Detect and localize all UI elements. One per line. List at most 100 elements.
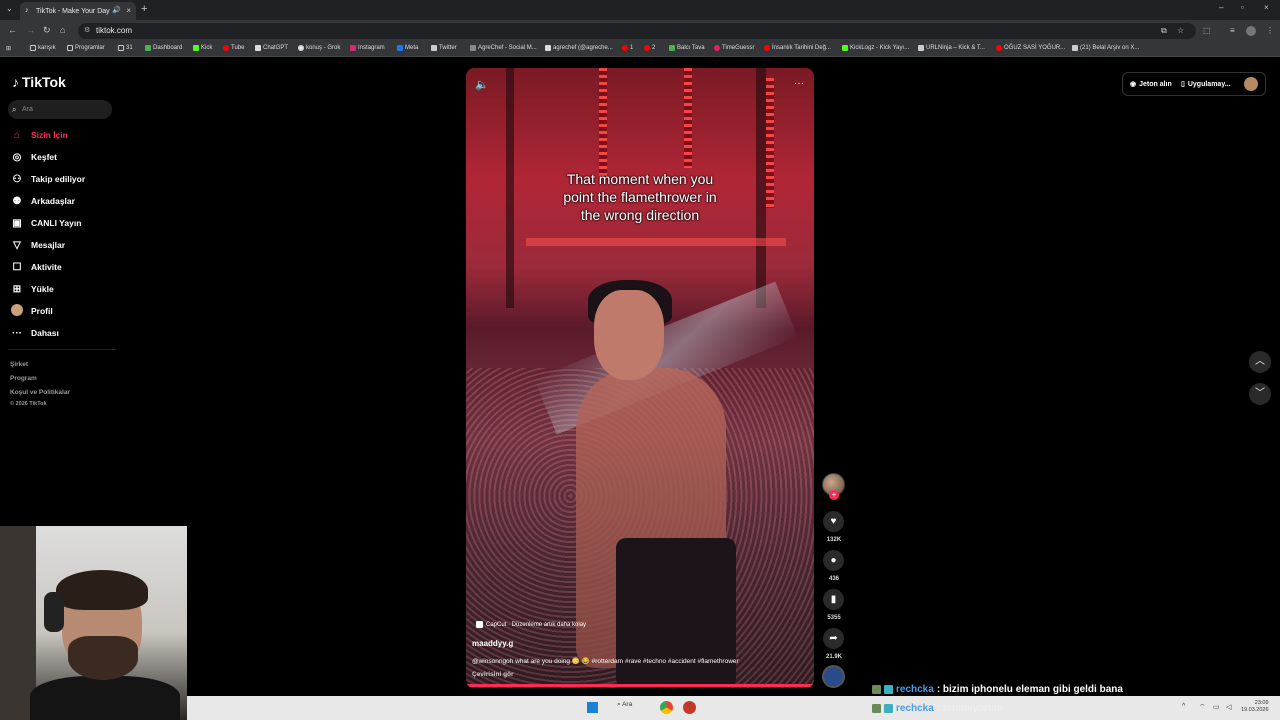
video-player[interactable]: That moment when you point the flamethro… [466,68,814,688]
sidebar-item-messages[interactable]: ▽ Mesajlar [11,238,65,252]
like-button[interactable]: ♥ [823,511,844,532]
bookmark-item[interactable]: agrechef (@agreche... [545,45,613,51]
url-text: tiktok.com [96,26,133,35]
bookmark-item[interactable]: Dashboard [145,45,182,51]
sidebar-item-more[interactable]: ··· Dahası [11,326,59,340]
browser-tab[interactable]: ♪ TikTok - Make Your Day 🔊 × [20,2,136,20]
sidebar-item-activity[interactable]: ☐ Aktivite [11,260,62,274]
close-tab-icon[interactable]: × [126,6,131,15]
taskbar-search[interactable]: ⌕ Ara [617,701,632,709]
chrome-icon[interactable] [660,701,673,714]
windows-start-icon[interactable] [587,702,598,713]
footer-link-company[interactable]: Şirket [10,361,28,368]
app-icon[interactable] [683,701,696,714]
taskbar-clock[interactable]: 23:09 19.03.2026 [1241,700,1269,714]
get-app-button[interactable]: ▯ Uygulamay... [1181,74,1231,94]
footer-link-terms[interactable]: Koşul ve Politikalar [10,389,70,396]
bookmark-item[interactable]: konuş - Grok [298,45,340,51]
bookmark-item[interactable]: Meta [397,45,418,51]
share-button[interactable]: ➦ [823,628,844,649]
like-count: 132K [826,537,842,543]
follow-plus-icon[interactable]: + [829,490,839,500]
more-options-icon[interactable]: ··· [794,78,804,89]
share-icon: ➦ [829,633,838,644]
sidepanel-icon[interactable]: ≡ [1230,26,1235,35]
get-coins-button[interactable]: ◉ Jeton alın [1130,74,1172,94]
new-tab-button[interactable]: + [141,3,147,15]
sidebar-item-label: Sizin İçin [31,130,68,140]
volume-tray-icon[interactable]: ◁ [1226,703,1231,711]
close-window-icon[interactable]: × [1264,3,1269,12]
previous-video-button[interactable]: ︿ [1249,351,1271,373]
chat-text: : bizim iphonelu eleman gibi geldi bana [936,684,1123,695]
bookmark-item[interactable]: 31 [118,45,133,51]
sidebar-item-explore[interactable]: ◎ Keşfet [11,150,57,164]
header-avatar[interactable] [1244,77,1258,91]
chat-message: rechcka : bizim iphonelu eleman gibi gel… [872,684,1123,695]
sidebar-item-live[interactable]: ▣ CANLI Yayın [11,216,81,230]
bookmark-item[interactable]: karışık [30,45,56,51]
bookmark-item[interactable]: ChatGPT [255,45,288,51]
restore-icon[interactable]: ▫ [1241,3,1244,12]
sidebar-item-friends[interactable]: ⚉ Arkadaşlar [11,194,75,208]
sidebar-item-profile[interactable]: Profil [11,303,53,319]
profile-avatar [11,303,23,319]
music-disc[interactable] [822,665,845,688]
sidebar-item-upload[interactable]: ⊞ Yükle [11,282,54,296]
apps-icon[interactable]: ⊞ [6,45,11,52]
see-translation-link[interactable]: Çevirisini gör [472,671,514,678]
more-icon: ··· [12,327,22,339]
sidebar-item-for-you[interactable]: ⌂ Sizin İçin [11,128,68,142]
bookmark-item[interactable]: Instagram [350,45,385,51]
capcut-tag[interactable]: CapCut · Düzenleme artık daha kolay [476,621,586,628]
volume-icon[interactable]: 🔈 [475,78,489,91]
bookmark-item[interactable]: Kick [193,45,212,51]
bookmark-star-icon[interactable]: ☆ [1177,26,1184,35]
tiktok-logo[interactable]: ♪ TikTok [12,74,66,90]
video-author[interactable]: maaddyy.g [472,639,513,648]
tab-search-icon[interactable]: ⌄ [6,4,13,13]
bookmark-item[interactable]: Twitter [431,45,457,51]
bookmark-item[interactable]: 1 [622,45,633,51]
minimize-icon[interactable]: – [1219,3,1223,12]
sidebar-item-label: Takip ediliyor [31,174,86,184]
search-input[interactable]: ⌕ Ara [8,100,112,119]
bookmark-item[interactable]: Balcı Tava [669,45,705,51]
search-placeholder: Ara [22,106,33,113]
wifi-icon[interactable]: ⌔ [1199,703,1206,712]
bookmark-item[interactable]: 2 [644,45,655,51]
bookmark-item[interactable]: KickLogz - Kick Yayı... [842,45,909,51]
bookmark-item[interactable]: İnsanlık Tarihini Değ... [764,45,831,51]
chevron-up-icon: ︿ [1255,356,1265,367]
sidebar-item-following[interactable]: ⚇ Takip ediliyor [11,172,86,186]
browser-menu-icon[interactable]: ⋮ [1266,26,1274,35]
network-icon[interactable]: ▭ [1213,703,1220,711]
speaker-icon[interactable]: 🔊 [112,6,121,14]
comment-button[interactable]: ● [823,550,844,571]
sidebar-item-label: Arkadaşlar [31,196,75,206]
coin-icon: ◉ [1130,81,1137,88]
bookmark-item[interactable]: TimeGuessr [714,45,754,51]
bookmark-item[interactable]: AgreChef - Social M... [470,45,537,51]
bookmark-item[interactable]: Tube [223,45,244,51]
bookmark-item[interactable]: OĞUZ SASİ YOĞUR... [996,45,1065,51]
browser-profile-avatar[interactable] [1246,26,1256,36]
save-button[interactable]: ▮ [823,589,844,610]
forward-icon[interactable]: → [26,25,35,35]
bookmark-item[interactable]: URLNinja – Kick & T... [918,45,985,51]
next-video-button[interactable]: ﹀ [1249,383,1271,405]
chat-badge-icon [872,685,881,694]
url-input[interactable]: ⚙ tiktok.com [78,23,1196,39]
home-browser-icon[interactable]: ⌂ [60,25,65,35]
footer-link-program[interactable]: Program [10,375,37,382]
site-info-icon[interactable]: ⚙ [84,23,90,39]
bookmark-item[interactable]: Programlar [67,45,105,51]
reload-icon[interactable]: ↻ [43,25,51,36]
tray-chevron-icon[interactable]: ^ [1182,703,1185,710]
chat-text: : tanımıyorum [936,703,1003,714]
extensions-icon[interactable]: ⬚ [1203,26,1211,35]
video-progress-bar[interactable] [466,684,814,687]
back-icon[interactable]: ← [8,25,17,35]
install-icon[interactable]: ⧉ [1161,26,1167,36]
bookmark-item[interactable]: (21) Belal Arşiv on X... [1072,45,1139,51]
